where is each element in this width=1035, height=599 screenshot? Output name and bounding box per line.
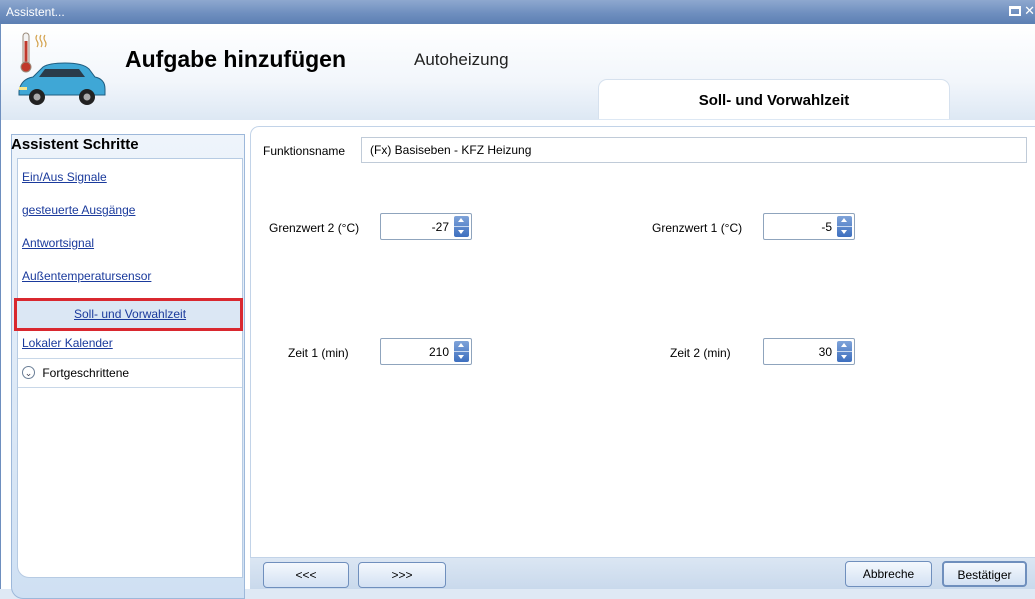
divider (18, 358, 242, 359)
stepper-buttons[interactable] (837, 341, 852, 362)
stepper-buttons[interactable] (454, 341, 469, 362)
sidebar-item-lokaler-kalender[interactable]: Lokaler Kalender (22, 336, 113, 350)
wizard-window: Aufgabe hinzufügen Autoheizung Soll- und… (0, 24, 1035, 599)
advanced-label: Fortgeschrittene (42, 365, 130, 380)
car-heating-logo-icon (18, 32, 106, 105)
sidebar-item-gesteuerte-ausgaenge[interactable]: gesteuerte Ausgänge (22, 203, 135, 217)
stepper-buttons[interactable] (837, 216, 852, 237)
zeit2-value: 30 (818, 345, 832, 359)
page-title: Aufgabe hinzufügen (125, 46, 347, 72)
sidebar-steps-list: Ein/Aus Signale gesteuerte Ausgänge Antw… (14, 158, 243, 578)
arrow-down-icon[interactable] (841, 230, 847, 234)
grenzwert1-value: -5 (821, 220, 832, 234)
sidebar-item-ein-aus-signale[interactable]: Ein/Aus Signale (22, 170, 107, 184)
arrow-down-icon[interactable] (458, 355, 464, 359)
grenzwert2-label: Grenzwert 2 (°C) (269, 221, 360, 235)
sidebar-heading: Assistent Schritte (11, 136, 139, 153)
arrow-down-icon[interactable] (841, 355, 847, 359)
zeit1-stepper[interactable]: 210 (380, 338, 472, 365)
arrow-up-icon[interactable] (841, 343, 847, 347)
page-subtitle: Autoheizung (414, 50, 509, 69)
advanced-expander[interactable]: ⌄ Fortgeschrittene (22, 365, 129, 380)
tab-current-step: Soll- und Vorwahlzeit (598, 79, 950, 119)
restore-window-button[interactable] (1009, 6, 1021, 16)
confirm-button[interactable]: Bestätiger (942, 561, 1027, 587)
arrow-down-icon[interactable] (458, 230, 464, 234)
zeit1-value: 210 (428, 345, 449, 359)
window-title: Assistent... (6, 5, 65, 19)
zeit2-label: Zeit 2 (min) (670, 346, 731, 360)
footer-bar: <<< >>> Abbreche Bestätiger (250, 558, 1035, 589)
function-name-label: Funktionsname (263, 144, 346, 158)
next-button[interactable]: >>> (358, 562, 446, 588)
grenzwert1-stepper[interactable]: -5 (763, 213, 855, 240)
grenzwert2-stepper[interactable]: -27 (380, 213, 472, 240)
function-name-field[interactable]: (Fx) Basiseben - KFZ Heizung (361, 137, 1027, 163)
sidebar-item-antwortsignal[interactable]: Antwortsignal (22, 236, 94, 250)
title-bar: Assistent... ✕ (0, 0, 1035, 24)
close-icon[interactable]: ✕ (1024, 3, 1035, 19)
cancel-button[interactable]: Abbreche (845, 561, 932, 587)
chevron-down-icon: ⌄ (22, 366, 35, 380)
sidebar-item-soll-vorwahlzeit[interactable]: Soll- und Vorwahlzeit (14, 298, 243, 331)
divider (18, 387, 242, 388)
sidebar-item-label: Soll- und Vorwahlzeit (74, 307, 187, 321)
zeit2-stepper[interactable]: 30 (763, 338, 855, 365)
grenzwert1-label: Grenzwert 1 (°C) (652, 221, 743, 235)
arrow-up-icon[interactable] (458, 343, 464, 347)
form-panel: Funktionsname (Fx) Basiseben - KFZ Heizu… (250, 126, 1035, 558)
sidebar-item-aussentemperatursensor[interactable]: Außentemperatursensor (22, 269, 151, 283)
arrow-up-icon[interactable] (841, 218, 847, 222)
stepper-buttons[interactable] (454, 216, 469, 237)
grenzwert2-value: -27 (431, 220, 449, 234)
arrow-up-icon[interactable] (458, 218, 464, 222)
zeit1-label: Zeit 1 (min) (288, 346, 349, 360)
previous-button[interactable]: <<< (263, 562, 349, 588)
